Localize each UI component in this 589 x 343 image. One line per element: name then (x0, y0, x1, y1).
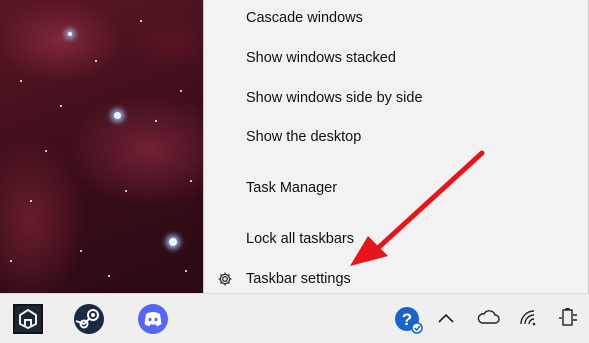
star (180, 90, 182, 92)
menu-item-lock-all-taskbars[interactable]: Lock all taskbars (204, 222, 588, 256)
star (140, 20, 142, 22)
app-launcher-icon[interactable] (13, 304, 43, 334)
star (80, 250, 82, 252)
star (114, 112, 121, 119)
menu-item-label: Show the desktop (246, 129, 362, 145)
star (169, 238, 177, 246)
menu-item-label: Taskbar settings (246, 271, 351, 287)
star (30, 200, 32, 202)
menu-item-cascade-windows[interactable]: Cascade windows (204, 1, 588, 35)
star (155, 120, 157, 122)
svg-text:?: ? (402, 310, 412, 329)
star (108, 275, 110, 277)
gear-icon (218, 272, 232, 286)
star (95, 60, 97, 62)
menu-item-show-windows-stacked[interactable]: Show windows stacked (204, 41, 588, 75)
wifi-icon[interactable] (518, 308, 538, 326)
onedrive-cloud-icon[interactable] (476, 309, 500, 325)
taskbar-context-menu: Cascade windows Show windows stacked Sho… (203, 0, 589, 307)
menu-item-label: Show windows stacked (246, 50, 396, 66)
star (190, 180, 192, 182)
menu-item-task-manager[interactable]: Task Manager (204, 171, 588, 205)
star (45, 150, 47, 152)
steam-icon[interactable] (73, 303, 105, 335)
discord-icon[interactable] (137, 303, 169, 335)
star (185, 270, 187, 272)
star (10, 260, 12, 262)
menu-item-taskbar-settings[interactable]: Taskbar settings (204, 262, 588, 296)
taskbar: ? (0, 293, 589, 343)
star (68, 32, 72, 36)
star (20, 80, 22, 82)
home-shield-icon (19, 308, 37, 330)
menu-item-label: Lock all taskbars (246, 231, 354, 247)
menu-item-label: Cascade windows (246, 10, 363, 26)
battery-icon[interactable] (558, 306, 578, 328)
star (60, 105, 62, 107)
star (125, 190, 127, 192)
chevron-up-icon[interactable] (436, 311, 456, 325)
menu-item-label: Task Manager (246, 180, 338, 196)
menu-item-show-the-desktop[interactable]: Show the desktop (204, 120, 588, 154)
help-icon[interactable]: ? (394, 306, 424, 334)
menu-item-show-windows-side-by-side[interactable]: Show windows side by side (204, 81, 588, 115)
menu-item-label: Show windows side by side (246, 90, 423, 106)
